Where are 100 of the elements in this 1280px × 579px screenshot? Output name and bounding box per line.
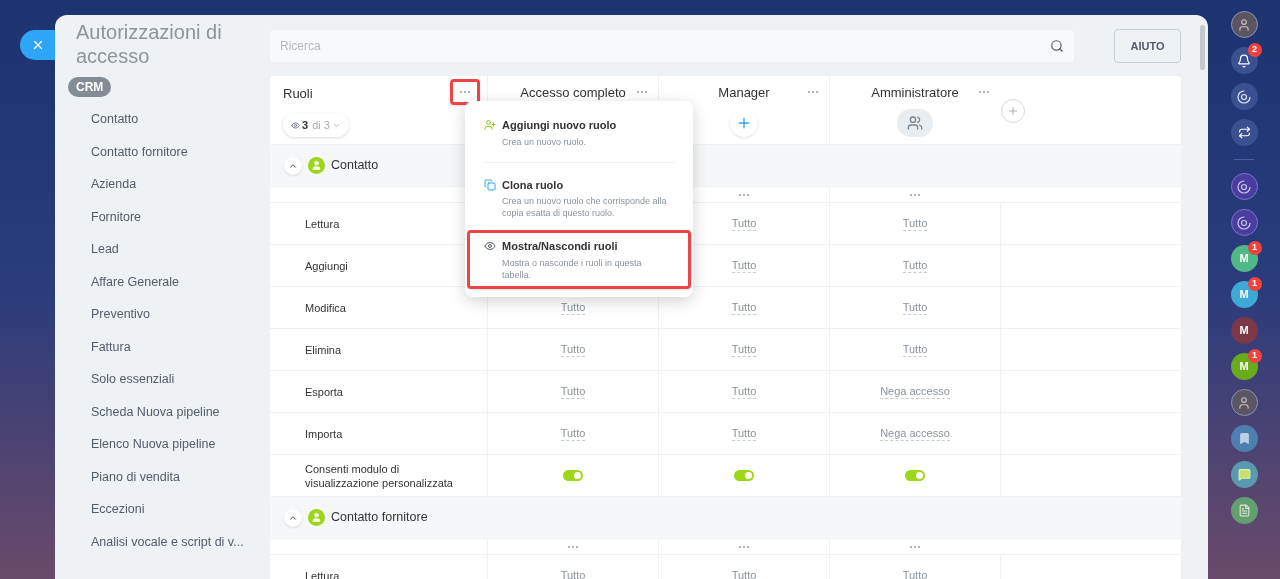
user-icon	[1237, 395, 1251, 410]
access-value[interactable]: Tutto	[731, 258, 757, 273]
sidebar-item[interactable]: Elenco Nuova pipeline	[76, 428, 270, 461]
messages-button[interactable]	[1230, 461, 1258, 488]
access-value[interactable]: Tutto	[731, 300, 757, 315]
sidebar-item[interactable]: Contatto	[76, 103, 270, 136]
search-field[interactable]: Ricerca	[270, 30, 1074, 62]
permission-label: Lettura	[305, 568, 340, 579]
more-icon[interactable]	[459, 90, 471, 94]
document-icon	[1237, 504, 1251, 517]
sidebar-item[interactable]: Azienda	[76, 168, 270, 201]
toggle-switch[interactable]	[734, 470, 754, 481]
access-value[interactable]: Nega accesso	[880, 384, 950, 399]
eye-icon	[484, 240, 496, 252]
permission-label: Lettura	[305, 216, 340, 231]
sidebar-item[interactable]: Lead	[76, 233, 270, 266]
sidebar-item[interactable]: Contatto fornitore	[76, 135, 270, 168]
access-value[interactable]: Tutto	[731, 216, 757, 231]
sidebar-item[interactable]: Affare Generale	[76, 265, 270, 298]
access-value[interactable]: Tutto	[560, 426, 586, 441]
sidebar-item[interactable]: Scheda Nuova pipeline	[76, 395, 270, 428]
notification-badge: 1	[1247, 349, 1262, 363]
notification-badge: 1	[1247, 241, 1262, 255]
notes-button[interactable]	[1230, 497, 1258, 524]
more-icon[interactable]	[636, 90, 648, 94]
access-value[interactable]: Tutto	[731, 342, 757, 357]
plus-icon	[1007, 105, 1019, 117]
sidebar-item[interactable]: Eccezioni	[76, 493, 270, 526]
more-icon[interactable]	[738, 192, 750, 197]
permission-label: Modifica	[305, 300, 346, 315]
access-value[interactable]: Tutto	[902, 342, 928, 357]
access-value[interactable]: Tutto	[560, 568, 586, 579]
sidebar-item[interactable]: Piano di vendita	[76, 460, 270, 493]
user-icon	[1237, 17, 1251, 32]
more-icon[interactable]	[978, 90, 990, 94]
access-value[interactable]: Tutto	[560, 300, 586, 315]
permission-label: Importa	[305, 426, 343, 441]
sidebar-item[interactable]: Analisi vocale e script di v...	[76, 525, 270, 558]
more-icon[interactable]	[909, 544, 921, 549]
permission-label: Esporta	[305, 384, 343, 399]
arrows-icon	[1237, 126, 1251, 139]
column-header: Manager	[718, 84, 770, 102]
contact-icon	[308, 157, 325, 174]
access-value[interactable]: Tutto	[902, 300, 928, 315]
collapse-button[interactable]	[284, 508, 302, 527]
permission-label: Elimina	[305, 342, 342, 357]
users-icon	[907, 114, 923, 131]
sidebar-item[interactable]: Fornitore	[76, 200, 270, 233]
menu-item-title: Mostra/Nascondi ruoli	[502, 239, 619, 254]
sidebar-item[interactable]: Solo essenziali	[76, 363, 270, 396]
roles-filter[interactable]: 3 di 3	[283, 113, 349, 137]
scrollbar-thumb[interactable]	[1200, 25, 1205, 70]
sidebar-item[interactable]: Preventivo	[76, 298, 270, 331]
bookmark-button[interactable]	[1230, 425, 1258, 452]
add-button[interactable]	[730, 108, 758, 137]
access-value[interactable]: Tutto	[902, 568, 928, 579]
access-value[interactable]: Tutto	[731, 568, 757, 579]
menu-item-description: Crea un nuovo ruolo.	[502, 135, 588, 148]
access-value[interactable]: Tutto	[902, 216, 928, 231]
access-value[interactable]: Tutto	[902, 258, 928, 273]
contact-icon	[308, 509, 325, 526]
swirl-icon[interactable]	[1230, 83, 1258, 110]
menu-item[interactable]: Aggiungi nuovo ruolo Crea un nuovo ruolo.	[467, 109, 691, 156]
menu-item[interactable]: Clona ruolo Crea un nuovo ruolo che corrisponde alla copia esatta di questo ruolo.	[467, 168, 691, 227]
add-role-icon	[484, 119, 496, 131]
sidebar-item[interactable]: Fattura	[76, 330, 270, 363]
more-icon[interactable]	[807, 90, 819, 94]
access-value[interactable]: Tutto	[560, 342, 586, 357]
menu-item-title: Aggiungi nuovo ruolo	[502, 118, 617, 133]
chat-avatar[interactable]: M	[1230, 317, 1258, 344]
collapse-button[interactable]	[284, 156, 302, 175]
menu-item-description: Crea un nuovo ruolo che corrisponde alla copia esatta di questo ruolo.	[502, 195, 668, 219]
users-button[interactable]	[897, 108, 933, 137]
toggle-switch[interactable]	[563, 470, 583, 481]
help-button[interactable]: AIUTO	[1114, 29, 1181, 63]
swirl-icon[interactable]	[1230, 209, 1258, 236]
access-value[interactable]: Nega accesso	[880, 426, 950, 441]
message-icon	[1237, 468, 1251, 481]
more-icon[interactable]	[738, 544, 750, 549]
avatar[interactable]	[1230, 389, 1258, 416]
toggle-switch[interactable]	[905, 470, 925, 481]
avatar[interactable]	[1230, 11, 1258, 38]
menu-item-title: Clona ruolo	[502, 177, 565, 193]
access-value[interactable]: Tutto	[731, 426, 757, 441]
column-header: Ruoli	[283, 85, 313, 104]
category-badge[interactable]: CRM	[68, 77, 112, 97]
bell-icon	[1237, 53, 1251, 68]
chat-button[interactable]	[1230, 119, 1258, 146]
close-button[interactable]	[20, 30, 55, 60]
access-value[interactable]: Tutto	[560, 384, 586, 399]
permission-label: Aggiungi	[305, 258, 348, 273]
notification-badge: 2	[1247, 43, 1262, 57]
more-icon[interactable]	[567, 544, 579, 549]
more-icon[interactable]	[909, 192, 921, 197]
notification-badge: 1	[1247, 277, 1262, 291]
swirl-icon[interactable]	[1230, 173, 1258, 200]
access-value[interactable]: Tutto	[731, 384, 757, 399]
section-title: Contatto fornitore	[331, 509, 428, 527]
copy-icon	[484, 178, 496, 191]
search-icon[interactable]	[1050, 39, 1064, 53]
